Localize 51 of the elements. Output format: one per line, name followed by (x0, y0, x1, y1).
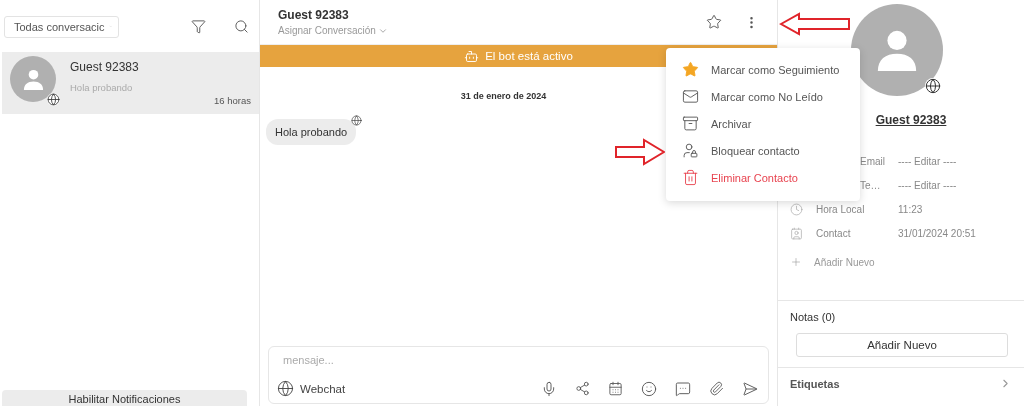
user-lock-icon (682, 142, 699, 159)
star-icon (682, 61, 699, 78)
notes-title: Notas (0) (790, 311, 837, 323)
field-value: 31/01/2024 20:51 (898, 227, 977, 239)
field-label: Hora Local (816, 203, 866, 215)
globe-icon (277, 380, 294, 397)
clock-icon (790, 202, 804, 216)
send-icon[interactable] (742, 380, 758, 397)
date-separator: 31 de enero de 2024 (460, 91, 547, 101)
tags-section-header[interactable]: Etiquetas (778, 367, 1024, 390)
archive-box-icon (682, 115, 699, 132)
calendar-icon[interactable] (608, 381, 623, 396)
contact-card-icon (790, 226, 804, 240)
field-value: 11:23 (898, 203, 924, 215)
envelope-icon (682, 88, 699, 105)
message-time: 16 horas (214, 95, 251, 106)
field-value[interactable]: ---- Editar ---- (898, 155, 1024, 167)
globe-icon (925, 78, 941, 94)
person-silhouette-icon (21, 67, 45, 91)
globe-icon (47, 93, 60, 106)
share-nodes-icon[interactable] (575, 381, 590, 396)
globe-icon (351, 115, 363, 126)
field-label: Contact (816, 227, 852, 239)
chat-title: Guest 92383 (278, 8, 350, 22)
search-icon[interactable] (234, 19, 249, 34)
conversation-filter-dropdown[interactable]: Todas conversacic (4, 15, 119, 38)
paperclip-icon[interactable] (709, 381, 724, 396)
add-note-button[interactable]: Añadir Nuevo (796, 333, 1008, 357)
field-label: Email (859, 155, 886, 167)
menu-item[interactable]: Archivar (666, 110, 860, 137)
menu-item[interactable]: Eliminar Contacto (666, 164, 860, 191)
channel-label: Webchat (300, 382, 346, 395)
trash-icon (682, 169, 699, 186)
filter-icon[interactable] (191, 19, 206, 34)
conversation-item[interactable]: Guest 92383 Hola probando 16 horas (2, 52, 259, 114)
microphone-icon[interactable] (541, 380, 557, 397)
robot-icon (464, 48, 480, 64)
annotation-arrow (779, 12, 851, 36)
contact-name[interactable]: Guest 92383 (875, 113, 947, 127)
menu-item[interactable]: Marcar como No Leído (666, 83, 860, 110)
enable-notifications-button[interactable]: Habilitar Notificaciones (2, 390, 247, 406)
star-icon[interactable] (706, 14, 722, 30)
message-bubble: Hola probando (266, 119, 357, 145)
chat-bubble-icon[interactable] (675, 380, 691, 397)
field-value[interactable]: ---- Editar ---- (898, 179, 1024, 191)
emoji-icon[interactable] (641, 380, 657, 397)
plus-icon (790, 256, 802, 268)
field-label: Te… (859, 179, 882, 191)
message-preview: Hola probando (70, 82, 134, 93)
menu-item[interactable]: Bloquear contacto (666, 137, 860, 164)
contact-name: Guest 92383 (70, 60, 140, 74)
